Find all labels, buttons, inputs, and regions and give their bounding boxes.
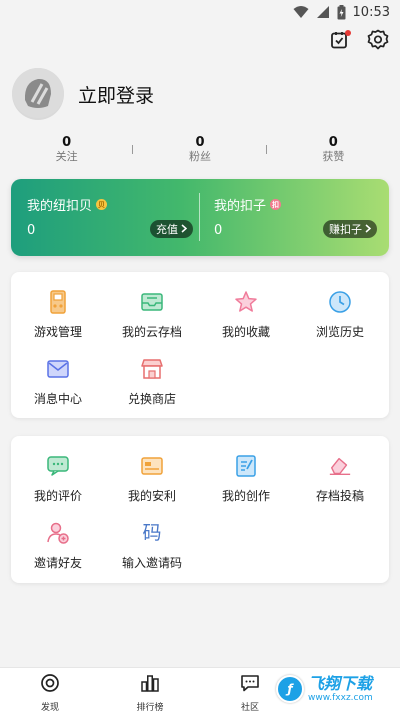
stats-row: 0 关注 0 粉丝 0 获赞 — [0, 136, 400, 166]
menu-item-label: 我的评价 — [33, 489, 82, 503]
profile-header[interactable]: 立即登录 — [12, 68, 154, 120]
notification-dot — [345, 30, 351, 36]
menu-item-label: 游戏管理 — [33, 325, 82, 339]
status-bar: 10:53 — [0, 0, 400, 24]
chevron-right-icon — [365, 223, 372, 236]
wallet-buttons-section[interactable]: 我的纽扣贝 贝 0 充值 — [11, 179, 199, 256]
watermark: ƒ 飞翔下载 www.fxxz.com — [276, 667, 394, 711]
menu-item-label: 输入邀请码 — [121, 556, 182, 570]
stat-following[interactable]: 0 关注 — [0, 136, 133, 166]
status-time: 10:53 — [352, 4, 390, 20]
menu-item-messages[interactable]: 消息中心 — [11, 357, 105, 407]
default-avatar-icon — [12, 68, 64, 120]
chevron-right-icon — [181, 223, 188, 236]
menu-item-label: 浏览历史 — [315, 325, 364, 339]
stat-label: 粉丝 — [188, 150, 211, 163]
wallet-title: 我的纽扣贝 贝 — [27, 195, 108, 214]
button-coin-icon: 贝 — [96, 199, 108, 210]
menu-item-label: 我的收藏 — [221, 325, 270, 339]
star-icon — [234, 290, 258, 314]
stat-value: 0 — [328, 135, 338, 150]
menu-card-primary: 游戏管理 我的云存档 我的收藏 浏览历史 消息中心 兑换商店 — [11, 272, 389, 418]
eraser-upload-icon — [328, 454, 352, 478]
menu-item-save-submission[interactable]: 存档投稿 — [293, 454, 387, 504]
menu-item-exchange-store[interactable]: 兑换商店 — [105, 357, 199, 407]
menu-item-label: 邀请好友 — [33, 556, 82, 570]
gamepad-icon — [46, 290, 70, 314]
menu-item-invite-friends[interactable]: 邀请好友 — [11, 521, 105, 571]
wallet-koukou-title: 我的扣子 — [214, 199, 267, 214]
settings-button[interactable] — [366, 29, 390, 55]
menu-item-enter-invite-code[interactable]: 码 输入邀请码 — [105, 521, 199, 571]
menu-item-favorites[interactable]: 我的收藏 — [199, 290, 293, 340]
menu-item-label: 我的创作 — [221, 489, 270, 503]
wallet-buttons-value: 0 — [27, 223, 36, 238]
nav-ranking[interactable]: 排行榜 — [100, 668, 200, 711]
menu-item-history[interactable]: 浏览历史 — [293, 290, 387, 340]
stat-value: 0 — [195, 135, 205, 150]
stat-value: 0 — [62, 135, 72, 150]
document-edit-icon — [234, 454, 258, 478]
wallet-title: 我的扣子 扣 — [214, 195, 282, 214]
divider — [132, 145, 133, 154]
cloud-save-icon — [140, 290, 164, 314]
wallet-koukou-section[interactable]: 我的扣子 扣 0 赚扣子 — [200, 179, 389, 256]
menu-item-game-management[interactable]: 游戏管理 — [11, 290, 105, 340]
code-icon: 码 — [142, 522, 162, 544]
watermark-text: 飞翔下载 www.fxxz.com — [308, 673, 373, 703]
wifi-icon — [293, 5, 309, 19]
menu-card-secondary: 我的评价 我的安利 我的创作 存档投稿 邀请好友 码 输入邀请码 — [11, 436, 389, 583]
wallet-koukou-value: 0 — [214, 223, 223, 238]
comment-icon — [46, 454, 70, 478]
nav-label: 发现 — [40, 703, 59, 711]
stat-label: 关注 — [55, 150, 78, 163]
stat-likes[interactable]: 0 获赞 — [267, 136, 400, 166]
gear-icon — [367, 29, 389, 55]
wallet-card: 我的纽扣贝 贝 0 充值 我的扣子 扣 0 赚扣子 — [11, 179, 389, 256]
menu-item-my-reviews[interactable]: 我的评价 — [11, 454, 105, 504]
watermark-url: www.fxxz.com — [308, 692, 373, 703]
watermark-title: 飞翔下载 — [308, 673, 373, 693]
top-actions — [328, 29, 390, 55]
ranking-icon — [140, 673, 160, 697]
nav-label: 排行榜 — [136, 703, 164, 711]
login-link[interactable]: 立即登录 — [78, 81, 154, 108]
earn-label: 赚扣子 — [329, 223, 362, 236]
divider — [266, 145, 267, 154]
signal-icon — [316, 5, 330, 19]
stat-label: 获赞 — [322, 150, 345, 163]
menu-item-my-recommendations[interactable]: 我的安利 — [105, 454, 199, 504]
nav-label: 社区 — [240, 703, 259, 711]
menu-item-cloud-save[interactable]: 我的云存档 — [105, 290, 199, 340]
watermark-logo-icon: ƒ — [276, 675, 304, 703]
menu-item-my-creations[interactable]: 我的创作 — [199, 454, 293, 504]
nav-discover[interactable]: 发现 — [0, 668, 100, 711]
earn-koukou-button[interactable]: 赚扣子 — [323, 220, 377, 238]
stat-followers[interactable]: 0 粉丝 — [133, 136, 266, 166]
menu-item-label: 我的云存档 — [121, 325, 182, 339]
clock-icon — [328, 290, 352, 314]
recharge-label: 充值 — [156, 223, 178, 236]
invite-user-icon — [46, 521, 70, 545]
checkin-button[interactable] — [328, 30, 352, 54]
battery-icon — [337, 4, 346, 20]
menu-item-label: 消息中心 — [33, 392, 82, 406]
menu-item-label: 存档投稿 — [315, 489, 364, 503]
koukou-coin-icon: 扣 — [270, 199, 282, 210]
store-icon — [140, 357, 164, 381]
discover-icon — [40, 673, 60, 697]
menu-item-label: 兑换商店 — [127, 392, 176, 406]
recharge-button[interactable]: 充值 — [150, 220, 193, 238]
mail-icon — [46, 357, 70, 381]
menu-item-label: 我的安利 — [127, 489, 176, 503]
wallet-buttons-title: 我的纽扣贝 — [27, 199, 93, 214]
community-icon — [240, 673, 260, 697]
avatar[interactable] — [12, 68, 64, 120]
recommend-card-icon — [140, 454, 164, 478]
